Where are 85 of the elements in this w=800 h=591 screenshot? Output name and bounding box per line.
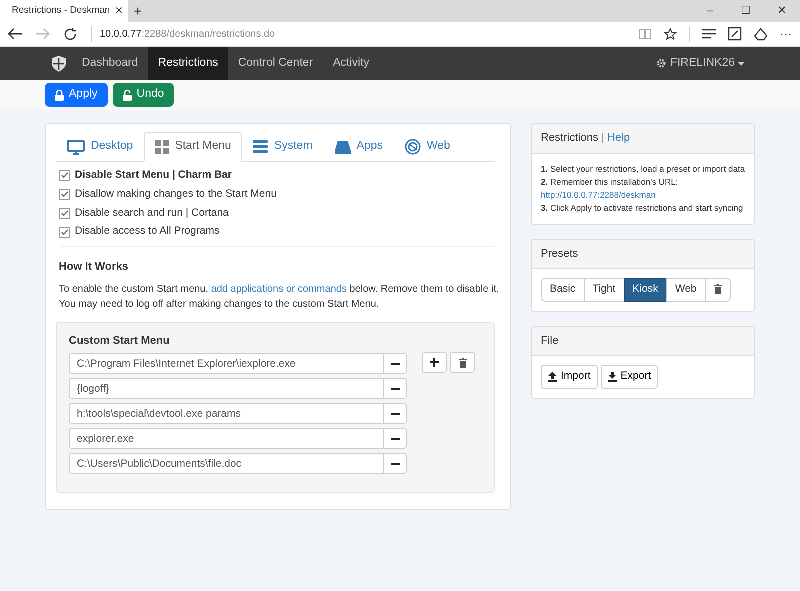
option-label: Disable Start Menu | Charm Bar — [75, 168, 232, 183]
stack-icon — [253, 140, 268, 154]
step-text: 1. Select your restrictions, load a preset or import data — [541, 162, 745, 176]
minus-icon — [390, 362, 400, 364]
checkbox[interactable] — [59, 189, 70, 200]
menu-icon[interactable] — [702, 29, 716, 39]
path-input-field[interactable]: {logoff} — [69, 378, 383, 399]
checkbox[interactable] — [59, 170, 70, 182]
tab[interactable]: Apps — [324, 132, 394, 162]
more-button[interactable]: ··· — [780, 25, 792, 43]
nav-link-item[interactable]: Dashboard — [72, 47, 148, 80]
url-link[interactable]: http://10.0.0.77:2288/deskman — [541, 188, 656, 202]
preset-button[interactable]: Tight — [584, 278, 625, 302]
refresh-icon[interactable] — [64, 28, 77, 40]
nav-link-item[interactable]: Restrictions — [148, 47, 228, 80]
preset-button[interactable]: Kiosk — [624, 278, 668, 302]
export-button[interactable]: Export — [600, 365, 658, 389]
minimize-button[interactable]: – — [692, 0, 728, 22]
close-button[interactable]: ✕ — [764, 0, 800, 22]
apply-button[interactable]: Apply — [45, 83, 108, 107]
download-icon — [608, 372, 617, 382]
trash-icon — [458, 358, 466, 368]
path-input-field[interactable]: C:\Users\Public\Documents\file.doc — [69, 453, 383, 474]
remove-button[interactable] — [383, 428, 407, 449]
remove-button[interactable] — [383, 453, 407, 474]
tab[interactable]: Web — [394, 132, 462, 162]
inline-link[interactable]: add applications or commands — [211, 284, 347, 294]
minus-icon — [390, 438, 400, 440]
caret-icon — [738, 62, 745, 66]
remove-button[interactable] — [383, 403, 407, 424]
upload-icon — [548, 372, 557, 382]
panel-title: File — [532, 326, 754, 356]
unlock-icon — [122, 90, 132, 100]
lock-icon — [55, 90, 64, 100]
gear-icon — [656, 58, 668, 69]
address-field[interactable]: 10.0.0.77:2288/deskman/restrictions.do — [100, 26, 276, 42]
maximize-button[interactable]: ☐ — [728, 0, 764, 22]
nav-link-item[interactable]: Activity — [323, 47, 380, 80]
option-label: Disable search and run | Cortana — [75, 206, 229, 220]
monitor-icon — [67, 140, 85, 154]
description-text: You may need to log off after making changes to the custom Start Menu. — [59, 298, 380, 312]
undo-button[interactable]: Undo — [112, 83, 174, 107]
minus-icon — [390, 412, 400, 414]
delete-preset-button[interactable] — [704, 278, 731, 302]
step-text: 2. Remember this installation's URL: — [541, 176, 680, 188]
nav-link-item[interactable]: Control Center — [228, 47, 324, 80]
plus-icon — [430, 358, 439, 367]
new-tab-button[interactable]: + — [128, 0, 148, 22]
close-icon[interactable]: ✕ — [115, 4, 124, 18]
section-heading: Custom Start Menu — [69, 334, 171, 348]
remove-button[interactable] — [383, 378, 407, 399]
pen-icon[interactable] — [728, 27, 742, 41]
separator-text: | — [602, 132, 604, 144]
option-label: Disable access to All Programs — [75, 224, 220, 240]
path-input-field[interactable]: h:\tools\special\devtool.exe params — [69, 403, 383, 424]
share-icon[interactable] — [754, 28, 768, 40]
checkbox[interactable] — [59, 226, 70, 238]
tab[interactable]: Desktop — [56, 132, 144, 162]
star-icon[interactable] — [664, 28, 677, 40]
panel-title: Restrictions — [541, 132, 598, 144]
checkbox[interactable] — [59, 208, 70, 219]
help-link[interactable]: Help — [607, 132, 630, 144]
minus-icon — [390, 388, 400, 390]
tab[interactable]: System — [242, 132, 324, 162]
trash-icon — [714, 284, 722, 294]
user-menu[interactable]: FIRELINK26 — [646, 47, 755, 80]
minus-icon — [390, 462, 400, 464]
preset-button[interactable]: Basic — [541, 278, 585, 302]
panel-title: Presets — [532, 240, 754, 269]
option-label: Disallow making changes to the Start Menu — [75, 186, 277, 202]
tab-title[interactable]: Restrictions - Deskman — [12, 4, 110, 18]
path-input-field[interactable]: explorer.exe — [69, 428, 383, 449]
add-button[interactable] — [422, 352, 447, 373]
tiles-icon — [155, 140, 170, 154]
path-input-field[interactable]: C:\Program Files\Internet Explorer\iexplore.exe — [69, 353, 383, 374]
step-text: 3. Click Apply to activate restrictions and start syncing — [541, 202, 744, 214]
import-button[interactable]: Import — [541, 365, 598, 389]
tab[interactable]: Start Menu — [144, 132, 242, 162]
back-icon[interactable] — [8, 28, 22, 40]
delete-button[interactable] — [450, 352, 475, 373]
shield-logo-icon[interactable] — [52, 56, 66, 72]
remove-button[interactable] — [383, 353, 407, 374]
drive-icon — [334, 140, 351, 154]
section-heading: How It Works — [59, 260, 130, 275]
preset-button[interactable]: Web — [666, 278, 706, 302]
